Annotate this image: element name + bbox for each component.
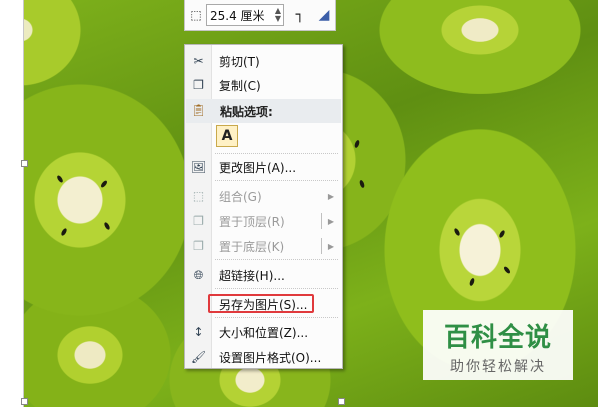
selection-handle[interactable] xyxy=(338,398,345,405)
crop-tool-icon[interactable]: ┐ xyxy=(292,6,308,24)
menu-item-hyperlink[interactable]: 🌐︎ 超链接(H)... xyxy=(185,263,342,287)
menu-separator xyxy=(215,259,338,260)
clipboard-icon: 📋︎ xyxy=(191,103,207,117)
send-to-back-icon: ❐ xyxy=(193,239,204,253)
selection-handle[interactable] xyxy=(21,160,28,167)
menu-item-label: 设置图片格式(O)... xyxy=(219,350,322,365)
highlight-box xyxy=(208,294,314,313)
menu-separator xyxy=(215,153,338,154)
submenu-arrow-icon: ▶ xyxy=(327,191,334,201)
menu-item-label: 超链接(H)... xyxy=(219,268,285,283)
crop-corner-icon[interactable]: ⬚ xyxy=(188,7,204,23)
bring-to-front-icon: ❐ xyxy=(193,214,204,228)
watermark-title: 百科全说 xyxy=(443,323,552,353)
submenu-arrow-icon: ▶ xyxy=(327,241,334,251)
submenu-arrow-icon: ▶ xyxy=(327,216,334,226)
menu-item-cut[interactable]: ✂ 剪切(T) xyxy=(185,49,342,73)
mini-toolbar: ⬚ 25.4 厘米 ▲ ▼ ┐ ◢ xyxy=(184,0,336,31)
menu-item-size-position[interactable]: ↕ 大小和位置(Z)... xyxy=(185,320,342,344)
menu-item-send-to-back[interactable]: ❐ 置于底层(K) ▶ xyxy=(185,234,342,258)
shape-fill-icon[interactable]: ◢ xyxy=(316,6,332,24)
menu-item-group[interactable]: ⬚ 组合(G) ▶ xyxy=(185,184,342,208)
paste-keep-text-button[interactable]: A xyxy=(216,125,238,147)
menu-item-format-picture[interactable]: 🖌︎ 设置图片格式(O)... xyxy=(185,345,342,369)
menu-item-label: 置于底层(K) xyxy=(219,239,285,254)
size-input[interactable]: 25.4 厘米 ▲ ▼ xyxy=(206,4,284,26)
selection-handle[interactable] xyxy=(21,398,28,405)
size-position-icon: ↕ xyxy=(193,325,204,339)
menu-item-change-picture[interactable]: 🖼︎ 更改图片(A)... xyxy=(185,155,342,179)
copy-icon: ❐ xyxy=(193,78,204,92)
menu-item-label: 更改图片(A)... xyxy=(219,160,297,175)
menu-item-copy[interactable]: ❐ 复制(C) xyxy=(185,73,342,97)
scissors-icon: ✂ xyxy=(193,54,204,68)
change-picture-icon: 🖼︎ xyxy=(190,160,207,174)
hyperlink-globe-icon: 🌐︎ xyxy=(193,267,204,282)
split-divider xyxy=(321,238,322,254)
format-picture-icon: 🖌︎ xyxy=(190,350,207,364)
menu-item-label: 置于顶层(R) xyxy=(219,214,285,229)
menu-separator xyxy=(215,180,338,181)
size-value: 25.4 厘米 xyxy=(210,8,265,23)
watermark-logo: 百科全说 助你轻松解决 xyxy=(423,310,573,380)
menu-item-label: 大小和位置(Z)... xyxy=(219,325,309,340)
menu-item-label: 剪切(T) xyxy=(219,54,260,69)
slide-pane-edge xyxy=(0,0,24,407)
menu-item-bring-to-front[interactable]: ❐ 置于顶层(R) ▶ xyxy=(185,209,342,233)
spin-up-down-icon[interactable]: ▲ ▼ xyxy=(275,7,281,23)
menu-item-label: 复制(C) xyxy=(219,78,261,93)
watermark-subtitle: 助你轻松解决 xyxy=(450,359,546,375)
context-menu: ✂ 剪切(T) ❐ 复制(C) 粘贴选项: 📋︎ A 🖼︎ 更改图片(A)...… xyxy=(184,44,343,369)
menu-separator xyxy=(215,317,338,318)
paste-options-header: 粘贴选项: xyxy=(186,99,341,123)
menu-separator xyxy=(215,288,338,289)
menu-item-label: 组合(G) xyxy=(219,189,262,204)
group-icon: ⬚ xyxy=(192,189,205,203)
split-divider xyxy=(321,213,322,229)
